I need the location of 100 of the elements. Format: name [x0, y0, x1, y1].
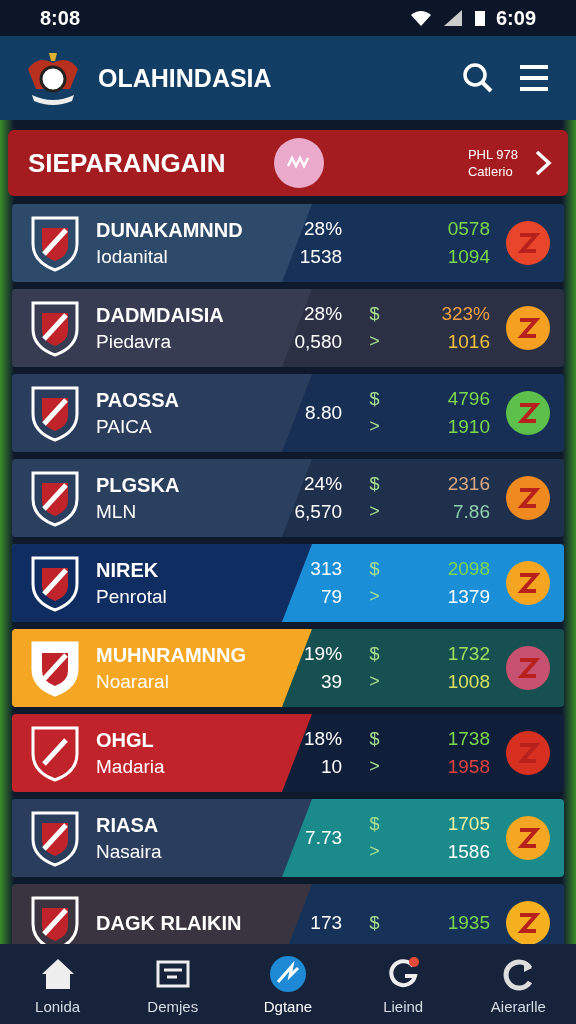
stat-value: 1538	[299, 246, 343, 268]
crest-icon	[30, 469, 80, 527]
logo-icon	[274, 138, 324, 188]
trend-marker: $	[369, 729, 380, 750]
stat-value: 79	[320, 586, 343, 608]
trend-marker: >	[369, 586, 380, 607]
stat-value: 24%	[304, 473, 343, 495]
trend-marker: $	[369, 559, 380, 580]
score-value: 1379	[447, 586, 490, 608]
score-value: 1705	[447, 813, 490, 835]
team-name: NIREK	[96, 558, 160, 582]
badge-icon	[506, 306, 550, 350]
score-value: 1016	[447, 331, 490, 353]
stat-value: 7.73	[305, 827, 343, 849]
badge-icon	[506, 476, 550, 520]
nav-tab[interactable]: Dgtane	[237, 953, 338, 1015]
score-value: 0578	[447, 218, 490, 240]
team-subtitle: MLN	[96, 500, 138, 523]
stat-value: 18%	[304, 728, 343, 750]
trend-marker: >	[369, 756, 380, 777]
featured-banner[interactable]: SIEPARANGAIN PHL 978 Catlerio	[8, 130, 568, 196]
badge-icon	[506, 816, 550, 860]
team-subtitle: Madaria	[96, 755, 166, 778]
stat-value: 39	[320, 671, 343, 693]
stat-value: 19%	[304, 643, 343, 665]
team-row[interactable]: MUHNRAMNNG Noararal 19% 39 $ > 1732 1008	[12, 629, 564, 707]
trend-marker: $	[369, 304, 380, 325]
team-subtitle: Penrotal	[96, 585, 168, 608]
trend-marker: >	[369, 501, 380, 522]
nav-tab[interactable]: Lonida	[7, 953, 108, 1015]
status-time: 8:08	[40, 6, 81, 30]
score-value: 2098	[447, 558, 490, 580]
score-value: 7.86	[453, 501, 490, 523]
chevron-icon	[534, 149, 552, 177]
team-subtitle: PAICA	[96, 415, 153, 438]
badge-icon	[506, 731, 550, 775]
nav-tab[interactable]: Aierarlle	[468, 953, 569, 1015]
score-value: 1958	[447, 756, 490, 778]
badge-icon	[506, 646, 550, 690]
badge-icon	[506, 561, 550, 605]
app-title: OLAHINDASIA	[98, 63, 273, 93]
team-name: PLGSKA	[96, 473, 181, 497]
trend-marker: >	[369, 841, 380, 862]
crest-icon	[30, 639, 80, 697]
crest-icon	[30, 894, 80, 944]
team-row[interactable]: PLGSKA MLN 24% 6,570 $ > 2316 7.86	[12, 459, 564, 537]
score-value: 1094	[447, 246, 490, 268]
search-icon	[462, 62, 494, 94]
team-name: RIASA	[96, 813, 160, 837]
crest-icon	[30, 554, 80, 612]
team-subtitle: Noararal	[96, 670, 170, 693]
score-value: 2316	[447, 473, 490, 495]
score-value: 1738	[447, 728, 490, 750]
trend-marker: >	[369, 416, 380, 437]
team-row[interactable]: DAGK RLAIKIN 173 $ 1935	[12, 884, 564, 944]
stat-value: 0,580	[294, 331, 343, 353]
team-row[interactable]: OHGL Madaria 18% 10 $ > 1738 1958	[12, 714, 564, 792]
team-row[interactable]: PAOSSA PAICA 8.80 $ > 4796 1910	[12, 374, 564, 452]
stat-value: 6,570	[294, 501, 343, 523]
team-subtitle: Nasaira	[96, 840, 163, 863]
crest-icon	[30, 724, 80, 782]
team-name: PAOSSA	[96, 388, 180, 412]
team-name: MUHNRAMNNG	[96, 643, 247, 667]
score-value: 4796	[447, 388, 490, 410]
trend-marker: $	[369, 912, 380, 934]
banner-info: Catlerio	[467, 163, 514, 180]
battery-icon	[473, 9, 486, 27]
team-name: DAGK RLAIKIN	[96, 911, 243, 935]
team-row[interactable]: DADMDAISIA Piedavra 28% 0,580 $ > 323% 1016	[12, 289, 564, 367]
wifi-icon	[409, 9, 432, 27]
banner-title: SIEPARANGAIN	[28, 147, 227, 179]
crest-icon	[30, 809, 80, 867]
team-row[interactable]: NIREK Penrotal 313 79 $ > 2098 1379	[12, 544, 564, 622]
stat-value: 313	[310, 558, 343, 580]
trend-marker: $	[369, 474, 380, 495]
nav-tab[interactable]: Lieind	[353, 953, 454, 1015]
score-value: 323%	[441, 303, 490, 325]
badge-icon	[506, 901, 550, 944]
stat-value: 28%	[304, 218, 343, 240]
crest-icon	[30, 214, 80, 272]
stat-value: 28%	[304, 303, 343, 325]
stat-value: 10	[320, 756, 343, 778]
team-row[interactable]: DUNAKAMNND Iodanital 28% 1538 0578 1094	[12, 204, 564, 282]
trend-marker: >	[369, 671, 380, 692]
score-value: 1586	[447, 841, 490, 863]
nav-tab[interactable]: Demjes	[122, 953, 223, 1015]
team-name: DADMDAISIA	[96, 303, 225, 327]
stat-value: 173	[310, 912, 343, 934]
score-value: 1910	[447, 416, 490, 438]
score-value: 1935	[447, 912, 490, 934]
trend-marker: $	[369, 389, 380, 410]
score-value: 1732	[447, 643, 490, 665]
badge-icon	[506, 391, 550, 435]
badge-icon	[506, 221, 550, 265]
crest-icon	[30, 384, 80, 442]
menu-icon	[518, 64, 550, 92]
team-row[interactable]: RIASA Nasaira 7.73 $ > 1705 1586	[12, 799, 564, 877]
banner-info: PHL 978	[467, 146, 518, 163]
trend-marker: $	[369, 814, 380, 835]
stat-value: 8.80	[305, 402, 343, 424]
